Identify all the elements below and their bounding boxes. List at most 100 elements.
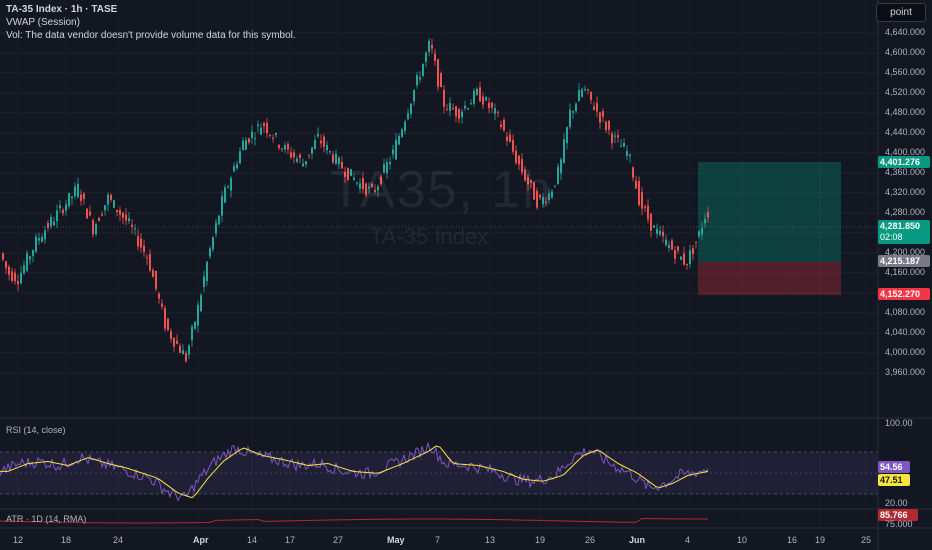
candle-body[interactable]: [590, 91, 592, 100]
candle-body[interactable]: [158, 293, 160, 299]
candle-body[interactable]: [44, 230, 46, 240]
candle-body[interactable]: [113, 200, 115, 208]
candle-body[interactable]: [293, 152, 295, 158]
candle-body[interactable]: [698, 231, 700, 237]
vwap-legend[interactable]: VWAP (Session): [6, 17, 80, 29]
candle-body[interactable]: [575, 103, 577, 112]
rsi-pane[interactable]: [0, 442, 878, 502]
candle-body[interactable]: [419, 77, 421, 80]
candle-body[interactable]: [650, 213, 652, 231]
candle-body[interactable]: [206, 261, 208, 282]
candle-body[interactable]: [485, 97, 487, 101]
candle-body[interactable]: [41, 236, 43, 242]
candle-body[interactable]: [242, 140, 244, 151]
candle-body[interactable]: [170, 331, 172, 339]
candle-body[interactable]: [68, 192, 70, 207]
candle-body[interactable]: [203, 276, 205, 288]
candle-body[interactable]: [407, 113, 409, 120]
chart-canvas[interactable]: [0, 0, 932, 550]
candle-body[interactable]: [101, 214, 103, 216]
candle-body[interactable]: [47, 222, 49, 228]
candle-body[interactable]: [413, 89, 415, 102]
candle-body[interactable]: [470, 103, 472, 105]
candle-body[interactable]: [497, 111, 499, 113]
candle-body[interactable]: [116, 209, 118, 212]
candle-body[interactable]: [290, 152, 292, 158]
candle-body[interactable]: [554, 185, 556, 187]
candle-body[interactable]: [56, 210, 58, 222]
candle-body[interactable]: [395, 139, 397, 160]
candle-body[interactable]: [11, 271, 13, 281]
candle-body[interactable]: [110, 194, 112, 200]
candle-body[interactable]: [677, 246, 679, 251]
candle-body[interactable]: [140, 238, 142, 248]
candle-body[interactable]: [311, 147, 313, 154]
candle-body[interactable]: [119, 210, 121, 215]
candle-body[interactable]: [146, 257, 148, 259]
candle-body[interactable]: [689, 250, 691, 265]
candle-body[interactable]: [680, 256, 682, 260]
candle-body[interactable]: [638, 180, 640, 206]
candle-body[interactable]: [314, 140, 316, 149]
candle-body[interactable]: [647, 205, 649, 220]
candle-body[interactable]: [137, 236, 139, 247]
candle-body[interactable]: [437, 59, 439, 87]
candle-body[interactable]: [284, 145, 286, 150]
candle-body[interactable]: [188, 345, 190, 355]
candle-body[interactable]: [218, 215, 220, 225]
candle-body[interactable]: [452, 108, 454, 110]
candle-body[interactable]: [152, 269, 154, 278]
candle-body[interactable]: [617, 135, 619, 138]
candle-body[interactable]: [155, 271, 157, 289]
candle-body[interactable]: [704, 218, 706, 224]
candle-body[interactable]: [686, 263, 688, 266]
candle-body[interactable]: [500, 124, 502, 127]
candle-body[interactable]: [161, 303, 163, 307]
candle-body[interactable]: [197, 304, 199, 326]
candle-body[interactable]: [434, 53, 436, 61]
candle-body[interactable]: [512, 140, 514, 152]
candle-body[interactable]: [143, 245, 145, 252]
candle-body[interactable]: [431, 44, 433, 49]
candle-body[interactable]: [428, 40, 430, 52]
candle-body[interactable]: [266, 122, 268, 133]
candle-body[interactable]: [149, 254, 151, 271]
candle-body[interactable]: [239, 150, 241, 164]
candle-body[interactable]: [491, 102, 493, 108]
candle-body[interactable]: [32, 250, 34, 257]
candle-body[interactable]: [248, 138, 250, 143]
candle-body[interactable]: [125, 214, 127, 221]
candle-body[interactable]: [416, 74, 418, 86]
candle-body[interactable]: [35, 236, 37, 252]
candle-body[interactable]: [131, 224, 133, 228]
candle-body[interactable]: [557, 166, 559, 184]
candle-body[interactable]: [98, 217, 100, 222]
candle-body[interactable]: [59, 205, 61, 209]
candle-body[interactable]: [200, 295, 202, 312]
candle-body[interactable]: [281, 148, 283, 150]
candle-body[interactable]: [2, 253, 4, 260]
candle-body[interactable]: [398, 135, 400, 145]
candle-body[interactable]: [608, 121, 610, 130]
candle-body[interactable]: [572, 111, 574, 113]
candle-body[interactable]: [212, 237, 214, 250]
candle-body[interactable]: [62, 209, 64, 214]
candle-body[interactable]: [626, 150, 628, 156]
candle-body[interactable]: [38, 238, 40, 241]
candle-body[interactable]: [455, 106, 457, 117]
candle-body[interactable]: [476, 88, 478, 95]
candle-body[interactable]: [14, 272, 16, 282]
candle-body[interactable]: [308, 154, 310, 156]
candle-body[interactable]: [662, 231, 664, 237]
candle-body[interactable]: [596, 103, 598, 112]
candle-body[interactable]: [425, 52, 427, 62]
candle-body[interactable]: [65, 204, 67, 211]
candle-body[interactable]: [251, 131, 253, 138]
candle-body[interactable]: [563, 139, 565, 163]
target-zone[interactable]: [698, 162, 841, 262]
atr-label[interactable]: ATR · 1D (14, RMA): [6, 514, 86, 524]
candle-body[interactable]: [287, 144, 289, 150]
candle-body[interactable]: [707, 212, 709, 218]
candle-body[interactable]: [8, 266, 10, 275]
candle-body[interactable]: [653, 225, 655, 228]
